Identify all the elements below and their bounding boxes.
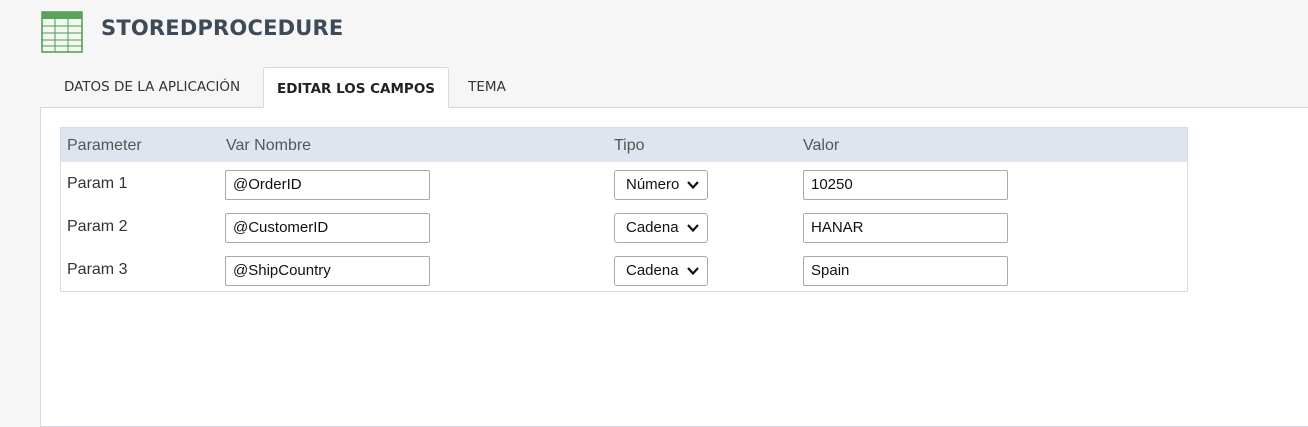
column-header-tipo: Tipo xyxy=(614,137,645,154)
parameters-grid: Parameter Var Nombre Tipo Valor Param 1 … xyxy=(60,127,1188,292)
chevron-down-icon xyxy=(687,224,699,233)
valor-input[interactable]: 10250 xyxy=(803,170,1008,200)
tipo-select-value: Cadena xyxy=(626,219,679,236)
valor-input[interactable]: HANAR xyxy=(803,213,1008,243)
valor-input[interactable]: Spain xyxy=(803,256,1008,286)
table-row: Param 2 @CustomerID Cadena HANAR xyxy=(61,206,1187,249)
tab-editar-campos[interactable]: EDITAR LOS CAMPOS xyxy=(263,67,449,108)
column-header-parameter: Parameter xyxy=(67,137,142,154)
grid-header: Parameter Var Nombre Tipo Valor xyxy=(61,128,1187,162)
table-row: Param 3 @ShipCountry Cadena Spain xyxy=(61,249,1187,292)
var-nombre-input[interactable]: @CustomerID xyxy=(225,213,430,243)
column-header-var-nombre: Var Nombre xyxy=(226,137,312,154)
tab-datos-aplicacion[interactable]: DATOS DE LA APLICACIÓN xyxy=(46,67,258,108)
table-grid-icon xyxy=(41,11,83,53)
column-header-valor: Valor xyxy=(803,137,840,154)
tab-bar: DATOS DE LA APLICACIÓN EDITAR LOS CAMPOS… xyxy=(0,67,1308,108)
chevron-down-icon xyxy=(687,181,699,190)
app-header: STOREDPROCEDURE xyxy=(0,0,1308,62)
param-name: Param 3 xyxy=(67,261,128,278)
tab-tema[interactable]: TEMA xyxy=(452,67,522,108)
chevron-down-icon xyxy=(687,267,699,276)
tipo-select-value: Cadena xyxy=(626,262,679,279)
tipo-select[interactable]: Cadena xyxy=(614,213,708,243)
param-name: Param 1 xyxy=(67,175,128,192)
table-row: Param 1 @OrderID Número 10250 xyxy=(61,163,1187,206)
tipo-select[interactable]: Cadena xyxy=(614,256,708,286)
page-title: STOREDPROCEDURE xyxy=(101,16,344,40)
tipo-select[interactable]: Número xyxy=(614,170,708,200)
var-nombre-input[interactable]: @ShipCountry xyxy=(225,256,430,286)
var-nombre-input[interactable]: @OrderID xyxy=(225,170,430,200)
param-name: Param 2 xyxy=(67,218,128,235)
tipo-select-value: Número xyxy=(626,176,680,193)
